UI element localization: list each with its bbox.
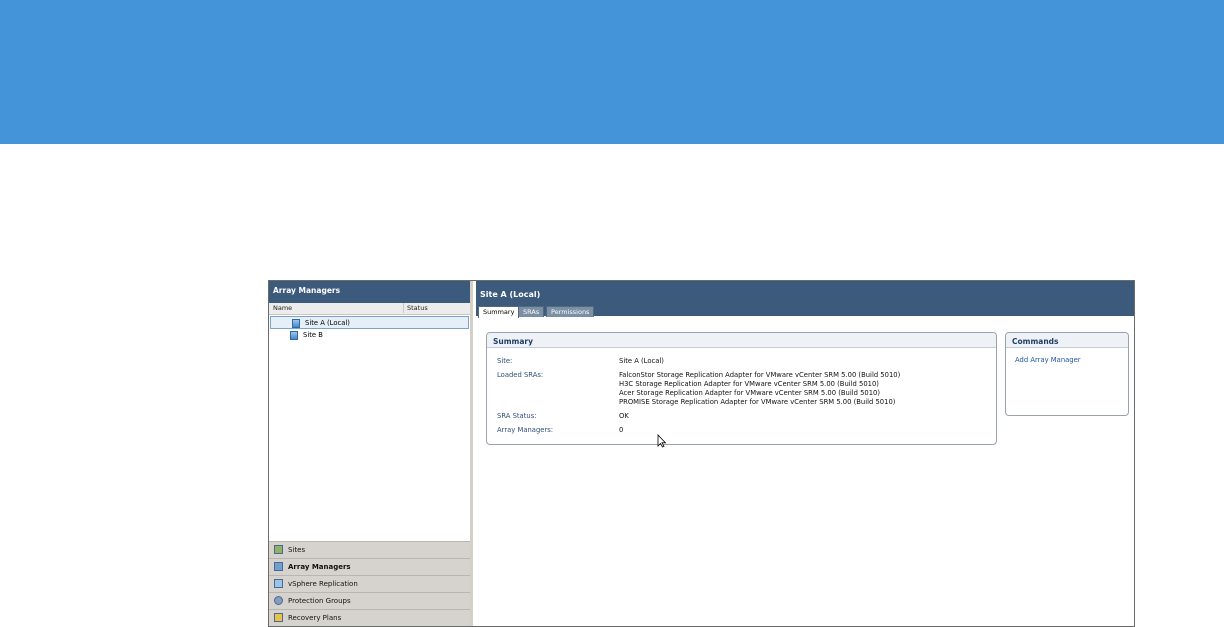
mouse-cursor-icon <box>657 433 667 452</box>
navigation-buttons: Sites Array Managers vSphere Replication… <box>269 541 470 626</box>
page-title: Site A (Local) <box>480 290 541 299</box>
nav-label: Protection Groups <box>288 597 351 605</box>
site-icon <box>292 319 300 328</box>
commands-panel: Commands Add Array Manager <box>1005 332 1129 416</box>
right-pane: Site A (Local) Summary SRAs Permissions … <box>476 281 1134 626</box>
nav-label: vSphere Replication <box>288 580 358 588</box>
array-managers-value: 0 <box>619 426 624 434</box>
vsphere-replication-icon <box>274 579 283 588</box>
nav-label: Recovery Plans <box>288 614 342 622</box>
loaded-sras-list: FalconStor Storage Replication Adapter f… <box>619 371 900 407</box>
recovery-plans-icon <box>274 613 283 622</box>
sra-entry: H3C Storage Replication Adapter for VMwa… <box>619 380 879 388</box>
protection-groups-icon <box>274 596 283 605</box>
sites-icon <box>274 545 283 554</box>
nav-recovery-plans[interactable]: Recovery Plans <box>269 609 470 626</box>
tree-item-site-a[interactable]: Site A (Local) <box>270 316 469 329</box>
sra-status-label: SRA Status: <box>497 412 537 420</box>
sra-entry: PROMISE Storage Replication Adapter for … <box>619 398 896 406</box>
column-status[interactable]: Status <box>403 303 428 313</box>
srm-window: Array Managers Name Status Site A (Local… <box>268 280 1135 627</box>
array-managers-label: Array Managers: <box>497 426 554 434</box>
nav-sites[interactable]: Sites <box>269 541 470 558</box>
tree-column-header: Name Status <box>269 303 470 315</box>
top-banner <box>0 0 1224 144</box>
site-label: Site: <box>497 357 513 365</box>
nav-label: Array Managers <box>288 563 351 571</box>
array-managers-icon <box>274 562 283 571</box>
nav-label: Sites <box>288 546 306 554</box>
summary-heading: Summary <box>487 333 996 348</box>
site-icon <box>290 331 298 340</box>
tab-permissions[interactable]: Permissions <box>546 306 595 317</box>
nav-protection-groups[interactable]: Protection Groups <box>269 592 470 609</box>
left-pane: Array Managers Name Status Site A (Local… <box>269 281 473 626</box>
nav-array-managers[interactable]: Array Managers <box>269 558 470 575</box>
tab-sras[interactable]: SRAs <box>518 306 545 317</box>
right-pane-header: Site A (Local) Summary SRAs Permissions <box>476 281 1134 318</box>
commands-heading: Commands <box>1006 333 1128 348</box>
summary-panel: Summary Site: Site A (Local) Loaded SRAs… <box>486 332 997 445</box>
tab-summary[interactable]: Summary <box>478 306 520 318</box>
sra-entry: Acer Storage Replication Adapter for VMw… <box>619 389 881 397</box>
sra-entry: FalconStor Storage Replication Adapter f… <box>619 371 901 379</box>
column-name[interactable]: Name <box>273 304 292 312</box>
sra-status-value: OK <box>619 412 629 420</box>
add-array-manager-link[interactable]: Add Array Manager <box>1015 356 1081 364</box>
tree-item-label: Site B <box>303 331 323 339</box>
site-value: Site A (Local) <box>619 357 664 365</box>
left-pane-title: Array Managers <box>269 281 470 303</box>
nav-vsphere-replication[interactable]: vSphere Replication <box>269 575 470 592</box>
loaded-sras-label: Loaded SRAs: <box>497 371 544 379</box>
tree-item-site-b[interactable]: Site B <box>269 329 470 342</box>
